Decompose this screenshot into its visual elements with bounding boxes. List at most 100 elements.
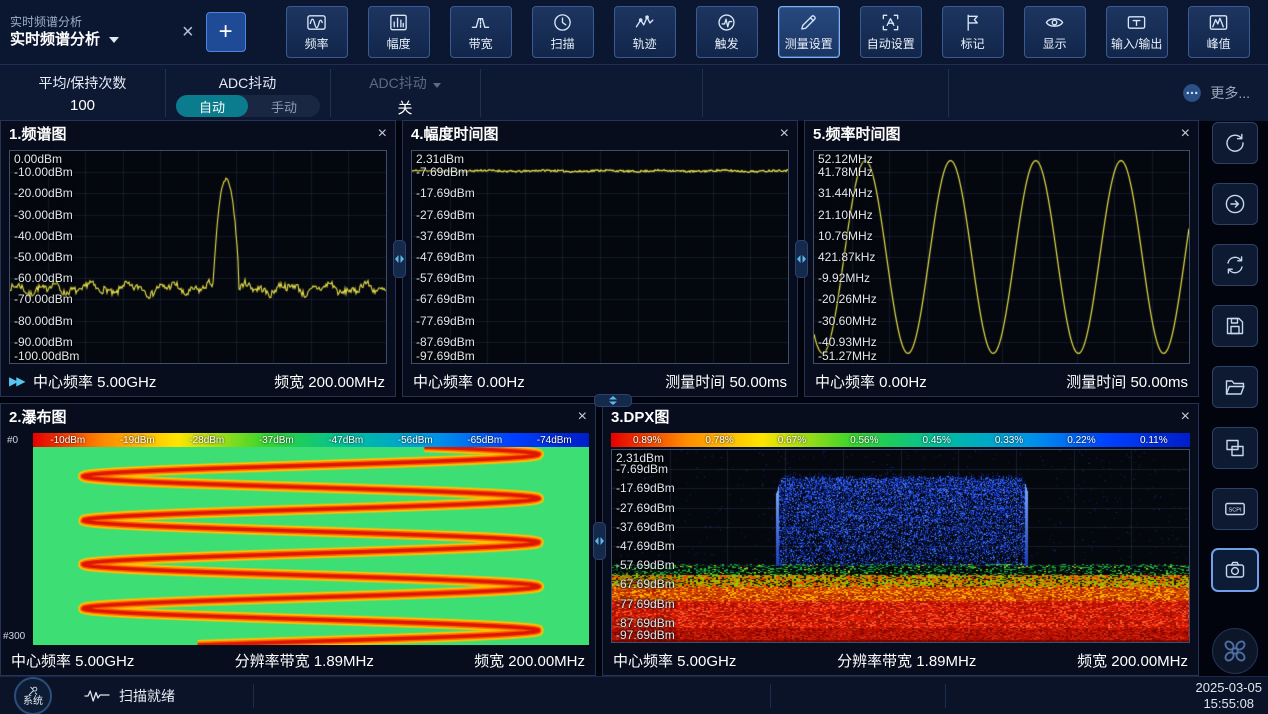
io-icon <box>1126 12 1147 33</box>
toolbar-button[interactable]: 显示 <box>1024 6 1086 58</box>
toolbar-button-label: 峰值 <box>1207 35 1231 52</box>
sidebar-button[interactable] <box>1212 122 1258 164</box>
close-app-button[interactable]: × <box>182 21 194 44</box>
adc-jitter-toggle: 自动 手动 <box>176 95 320 117</box>
measure-settings-icon <box>798 12 819 33</box>
spectrum-analyzer-app: 实时频谱分析 实时频谱分析 × + 频率 幅度 带宽 扫描 <box>0 0 1268 714</box>
avg-hold-label: 平均/保持次数 <box>0 73 165 93</box>
splitter-horizontal[interactable] <box>594 394 632 407</box>
toolbar-button[interactable]: 带宽 <box>450 6 512 58</box>
close-icon[interactable]: × <box>378 126 387 142</box>
adc-jitter2-label: ADC抖动 <box>330 73 480 93</box>
toolbar-button[interactable]: 峰值 <box>1188 6 1250 58</box>
close-icon[interactable]: × <box>1181 126 1190 142</box>
dropdown-caret-icon <box>433 83 441 88</box>
toolbar-button[interactable]: 扫描 <box>532 6 594 58</box>
waterfall-plot-canvas[interactable] <box>33 447 589 645</box>
system-button[interactable]: 系统 <box>14 677 52 714</box>
footer-readout: 测量时间 50.00ms <box>665 371 787 392</box>
panel-header[interactable]: 4.幅度时间图 × <box>403 121 797 146</box>
sidebar-button[interactable] <box>1212 366 1258 408</box>
status-divider <box>945 684 946 708</box>
divider <box>702 69 703 117</box>
panel-header[interactable]: 3.DPX图 × <box>603 404 1198 429</box>
toolbar-button[interactable]: 触发 <box>696 6 758 58</box>
avg-hold-value[interactable]: 100 <box>0 97 165 114</box>
toolbar-buttons: 频率 幅度 带宽 扫描 轨迹 触发 测量设置 自动设置 <box>286 6 1250 58</box>
sidebar-button[interactable] <box>1212 244 1258 286</box>
sweep-status-icon <box>84 689 110 703</box>
adc-jitter2-value[interactable]: 关 <box>330 97 480 118</box>
auto-settings-icon <box>880 12 901 33</box>
splitter-vertical[interactable] <box>593 522 606 560</box>
wheel-icon <box>1219 635 1251 667</box>
sidebar-button[interactable] <box>1212 549 1258 591</box>
amplitude-time-plot[interactable]: 2.31dBm-7.69dBm-17.69dBm-27.69dBm-37.69d… <box>411 150 789 364</box>
panel-title: 1.频谱图 <box>9 123 67 144</box>
dpx-plot-canvas[interactable] <box>612 450 1189 642</box>
toolbar-button[interactable]: 标记 <box>942 6 1004 58</box>
adc-manual-option[interactable]: 手动 <box>248 95 320 117</box>
clock: 2025-03-05 15:55:08 <box>1196 680 1263 712</box>
bandwidth-icon <box>470 12 491 33</box>
more-button[interactable]: 更多... <box>1182 83 1250 103</box>
sidebar-button[interactable] <box>1212 183 1258 225</box>
footer-readout: 中心频率 5.00GHz <box>33 371 156 392</box>
frequency-time-plot-canvas[interactable] <box>814 151 1189 363</box>
sidebar-button[interactable]: SCPI <box>1212 488 1258 530</box>
toolbar-button-label: 触发 <box>715 35 739 52</box>
sweep-icon <box>552 12 573 33</box>
adc-auto-option[interactable]: 自动 <box>176 95 248 117</box>
marker-icon <box>962 12 983 33</box>
toolbar-button[interactable]: 频率 <box>286 6 348 58</box>
colorbar-label: -19dBm <box>103 433 173 447</box>
panel-header[interactable]: 2.瀑布图 × <box>1 404 595 429</box>
splitter-vertical[interactable] <box>393 240 406 278</box>
display-icon <box>1044 12 1065 33</box>
divider <box>948 69 949 117</box>
refresh-icon <box>1223 253 1247 277</box>
toolbar-button[interactable]: 幅度 <box>368 6 430 58</box>
toolbar-button-label: 轨迹 <box>633 35 657 52</box>
add-window-button[interactable]: + <box>206 12 246 52</box>
close-icon[interactable]: × <box>780 126 789 142</box>
colorbar-label: 0.22% <box>1045 433 1117 447</box>
footer-readout: 中心频率 0.00Hz <box>413 371 525 392</box>
footer-readout: 分辨率带宽 1.89MHz <box>235 650 374 671</box>
row-index-first: #0 <box>7 435 18 446</box>
side-toolbar: SCPI <box>1210 122 1260 591</box>
panel-header[interactable]: 1.频谱图 × <box>1 121 395 146</box>
frequency-time-plot[interactable]: 52.12MHz41.78MHz31.44MHz21.10MHz10.76MHz… <box>813 150 1190 364</box>
spectrum-plot[interactable]: 0.00dBm-10.00dBm-20.00dBm-30.00dBm-40.00… <box>9 150 387 364</box>
colorbar-label: -56dBm <box>381 433 451 447</box>
amplitude-time-plot-canvas[interactable] <box>412 151 788 363</box>
chevron-down-icon[interactable] <box>109 37 119 43</box>
spectrum-plot-canvas[interactable] <box>10 151 386 363</box>
toolbar-button[interactable]: 自动设置 <box>860 6 922 58</box>
sidebar-button[interactable] <box>1212 305 1258 347</box>
waterfall-plot[interactable] <box>33 447 589 645</box>
app-switcher[interactable]: 实时频谱分析 实时频谱分析 <box>0 14 170 50</box>
colorbar-label: -37dBm <box>242 433 312 447</box>
toolbar-button-label: 带宽 <box>469 35 493 52</box>
trigger-icon <box>716 12 737 33</box>
footer-readout: 中心频率 0.00Hz <box>815 371 927 392</box>
status-bar: 系统 扫描就绪 2025-03-05 15:55:08 <box>0 676 1268 714</box>
sidebar-button[interactable] <box>1212 427 1258 469</box>
toolbar-button[interactable]: 测量设置 <box>778 6 840 58</box>
toolbar-button-label: 频率 <box>305 35 329 52</box>
close-icon[interactable]: × <box>1181 409 1190 425</box>
panel-header[interactable]: 5.频率时间图 × <box>805 121 1198 146</box>
panel-spectrum: 1.频谱图 × 0.00dBm-10.00dBm-20.00dBm-30.00d… <box>0 120 396 397</box>
dpx-plot[interactable]: 2.31dBm-7.69dBm-17.69dBm-27.69dBm-37.69d… <box>611 449 1190 643</box>
panel-frequency-time: 5.频率时间图 × 52.12MHz41.78MHz31.44MHz21.10M… <box>804 120 1199 397</box>
toolbar-button[interactable]: 输入/输出 <box>1106 6 1168 58</box>
toolbar-button-label: 幅度 <box>387 35 411 52</box>
close-icon[interactable]: × <box>578 409 587 425</box>
waterfall-colorbar: -10dBm-19dBm-28dBm-37dBm-47dBm-56dBm-65d… <box>33 433 589 447</box>
footer-readout: 频宽 200.00MHz <box>274 371 385 392</box>
system-wheel-button[interactable] <box>1212 628 1258 674</box>
toolbar-button[interactable]: 轨迹 <box>614 6 676 58</box>
colorbar-label: 0.67% <box>756 433 828 447</box>
splitter-vertical[interactable] <box>795 240 808 278</box>
